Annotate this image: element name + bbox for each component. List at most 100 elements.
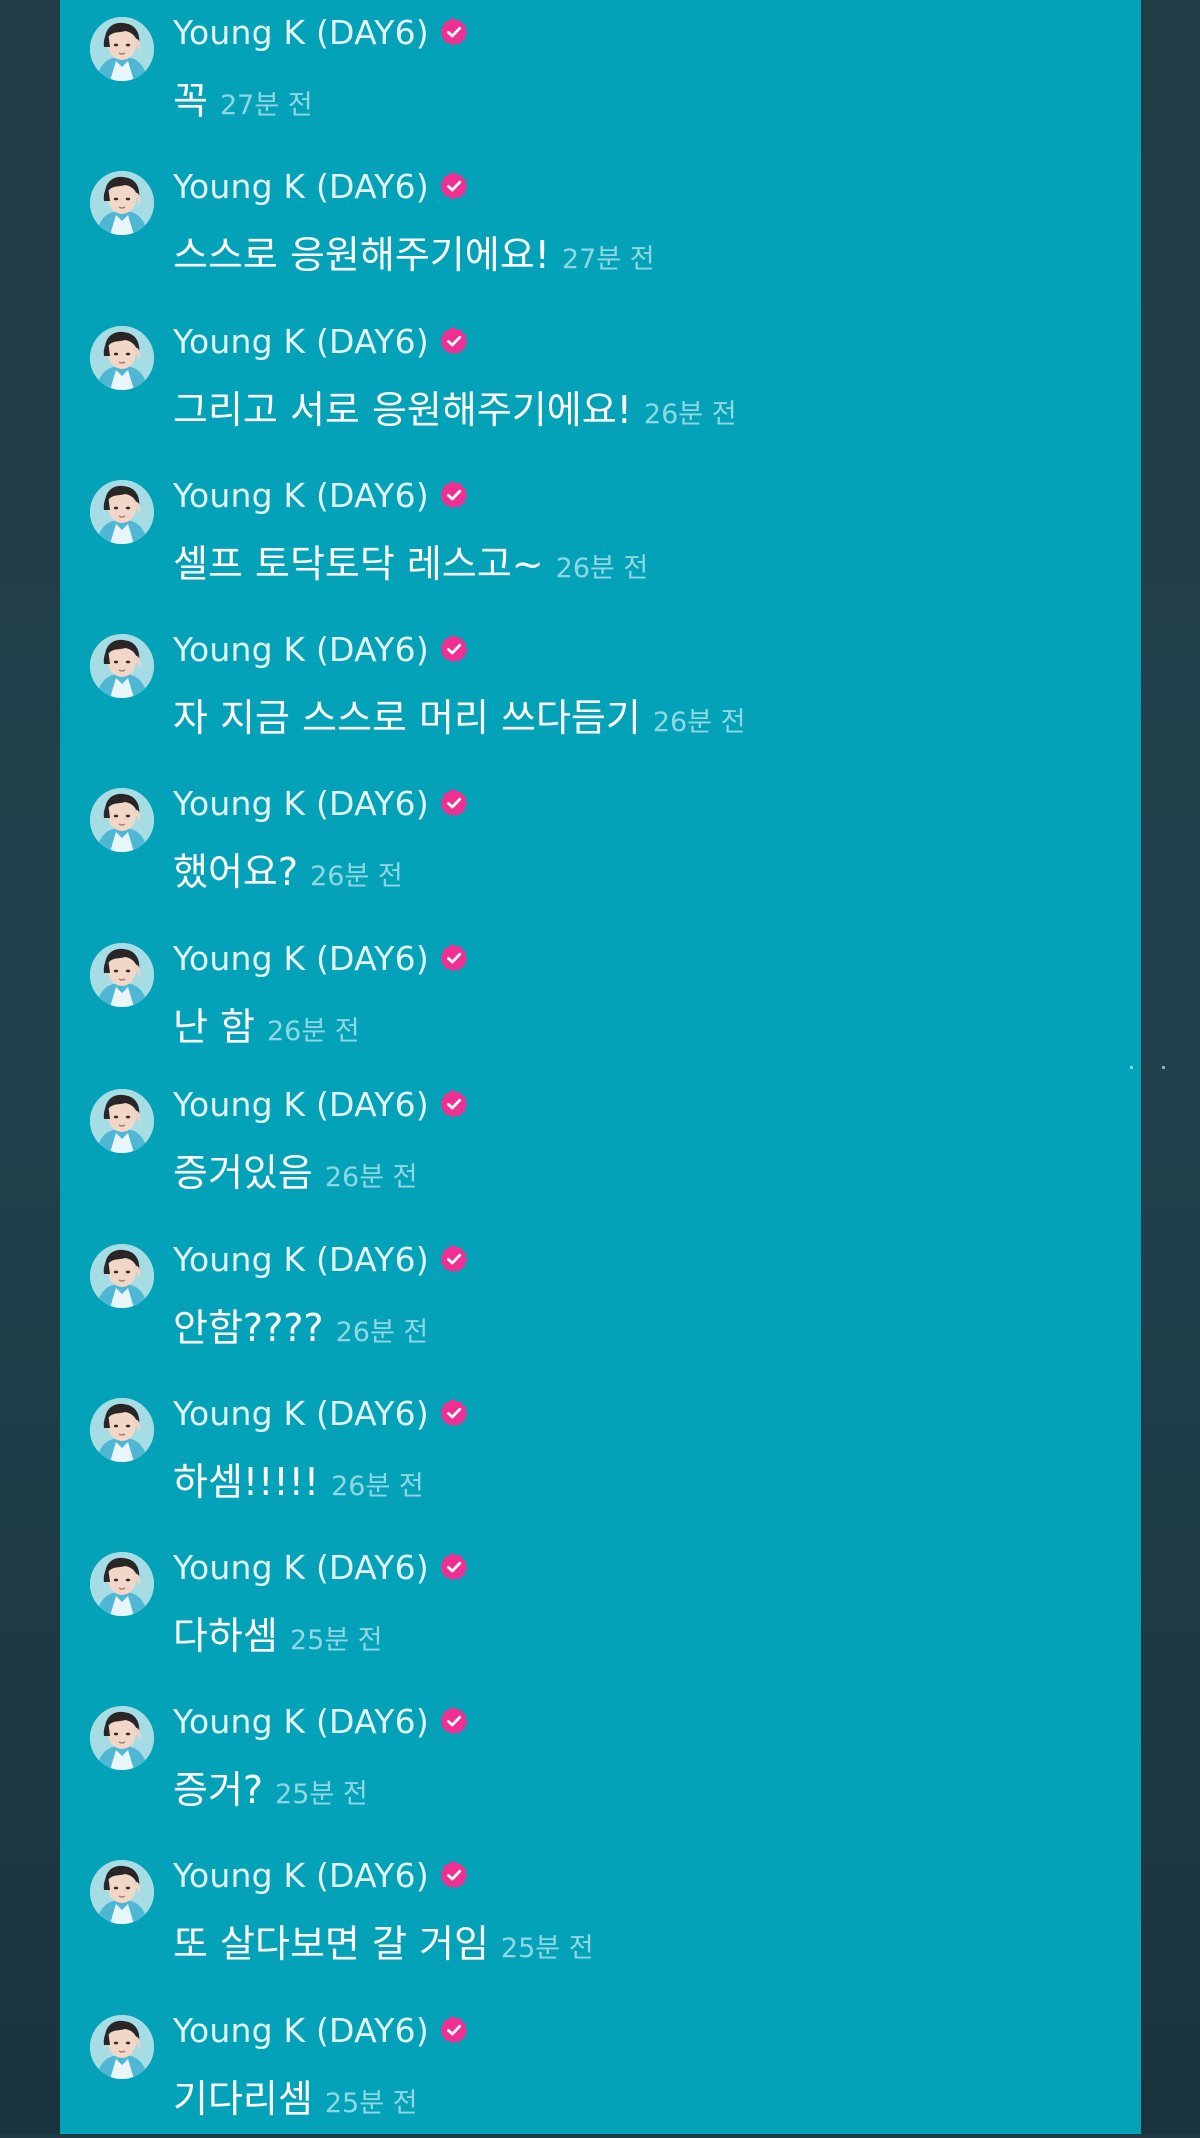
name-row: Young K (DAY6): [173, 319, 469, 363]
message-time: 26분 전: [324, 1162, 418, 1193]
verified-check-icon: [439, 1398, 469, 1428]
name-row: Young K (DAY6): [173, 1853, 469, 1897]
message-row: 기다리셈 25분 전: [173, 2068, 418, 2121]
message-text: 자 지금 스스로 머리 쓰다듬기: [173, 696, 641, 740]
verified-check-icon: [439, 1552, 469, 1582]
verified-check-icon: [439, 634, 469, 664]
chat-panel[interactable]: Young K (DAY6) 꼭 27분 전 Young K (DAY6) 스스…: [60, 0, 1165, 2134]
avatar[interactable]: [90, 1244, 154, 1308]
name-row: Young K (DAY6): [173, 473, 469, 517]
chat-message[interactable]: Young K (DAY6) 다하셈 25분 전: [60, 1535, 1141, 1675]
name-row: Young K (DAY6): [173, 1237, 469, 1281]
sender-name[interactable]: Young K (DAY6): [173, 1548, 429, 1587]
chat-message[interactable]: Young K (DAY6) 또 살다보면 갈 거임 25분 전: [60, 1843, 1141, 1983]
message-time: 25분 전: [275, 1779, 368, 1810]
message-time: 25분 전: [289, 1625, 383, 1656]
message-row: 증거있음 26분 전: [173, 1142, 418, 1195]
avatar[interactable]: [90, 17, 154, 81]
avatar[interactable]: [90, 1398, 154, 1462]
message-time: 26분 전: [267, 1016, 360, 1047]
background-left: [0, 0, 60, 2134]
chat-message[interactable]: Young K (DAY6) 셀프 토닥토닥 레스고~ 26분 전: [60, 463, 1141, 603]
verified-check-icon: [439, 1089, 469, 1119]
chat-message[interactable]: Young K (DAY6) 꼭 27분 전: [60, 0, 1141, 140]
message-text: 또 살다보면 갈 거임: [173, 1922, 489, 1966]
sender-name[interactable]: Young K (DAY6): [173, 1856, 429, 1895]
chat-message[interactable]: Young K (DAY6) 스스로 응원해주기에요! 27분 전: [60, 154, 1141, 294]
message-text: 했어요?: [173, 850, 299, 894]
avatar[interactable]: [90, 326, 154, 390]
sender-name[interactable]: Young K (DAY6): [173, 630, 429, 669]
verified-check-icon: [439, 2015, 469, 2045]
avatar[interactable]: [90, 171, 154, 235]
message-time: 26분 전: [555, 553, 649, 584]
name-row: Young K (DAY6): [173, 164, 469, 208]
message-row: 난 함 26분 전: [173, 996, 360, 1049]
message-text: 스스로 응원해주기에요!: [173, 233, 550, 277]
chat-message[interactable]: Young K (DAY6) 그리고 서로 응원해주기에요! 26분 전: [60, 309, 1141, 449]
sender-name[interactable]: Young K (DAY6): [173, 1702, 429, 1741]
avatar[interactable]: [90, 634, 154, 698]
verified-check-icon: [439, 171, 469, 201]
name-row: Young K (DAY6): [173, 627, 469, 671]
message-row: 증거? 25분 전: [173, 1759, 368, 1812]
avatar[interactable]: [90, 1552, 154, 1616]
sender-name[interactable]: Young K (DAY6): [173, 2011, 429, 2050]
avatar[interactable]: [90, 943, 154, 1007]
sender-name[interactable]: Young K (DAY6): [173, 167, 429, 206]
name-row: Young K (DAY6): [173, 781, 469, 825]
avatar[interactable]: [90, 788, 154, 852]
verified-check-icon: [439, 1706, 469, 1736]
message-row: 스스로 응원해주기에요! 27분 전: [173, 224, 655, 277]
chat-message[interactable]: Young K (DAY6) 난 함 26분 전: [60, 926, 1141, 1066]
chat-message[interactable]: Young K (DAY6) 자 지금 스스로 머리 쓰다듬기 26분 전: [60, 617, 1141, 757]
message-time: 27분 전: [219, 90, 313, 121]
sender-name[interactable]: Young K (DAY6): [173, 1394, 429, 1433]
avatar[interactable]: [90, 1860, 154, 1924]
verified-check-icon: [439, 1860, 469, 1890]
avatar[interactable]: [90, 1089, 154, 1153]
name-row: Young K (DAY6): [173, 2008, 469, 2052]
chat-message[interactable]: Young K (DAY6) 증거? 25분 전: [60, 1689, 1141, 1829]
sender-name[interactable]: Young K (DAY6): [173, 476, 429, 515]
sender-name[interactable]: Young K (DAY6): [173, 939, 429, 978]
screenshot-seam: [1130, 1066, 1170, 1070]
avatar[interactable]: [90, 480, 154, 544]
message-time: 27분 전: [561, 244, 655, 275]
message-time: 26분 전: [310, 861, 403, 892]
message-text: 기다리셈: [173, 2077, 313, 2121]
message-text: 증거?: [173, 1768, 264, 1812]
sender-name[interactable]: Young K (DAY6): [173, 1240, 429, 1279]
chat-message[interactable]: Young K (DAY6) 하셈!!!!! 26분 전: [60, 1381, 1141, 1521]
message-row: 그리고 서로 응원해주기에요! 26분 전: [173, 379, 737, 432]
message-time: 26분 전: [335, 1317, 429, 1348]
message-row: 자 지금 스스로 머리 쓰다듬기 26분 전: [173, 687, 746, 740]
message-row: 또 살다보면 갈 거임 25분 전: [173, 1913, 594, 1966]
name-row: Young K (DAY6): [173, 1699, 469, 1743]
verified-check-icon: [439, 1244, 469, 1274]
message-text: 증거있음: [173, 1151, 313, 1195]
name-row: Young K (DAY6): [173, 936, 469, 980]
avatar[interactable]: [90, 2015, 154, 2079]
sender-name[interactable]: Young K (DAY6): [173, 1085, 429, 1124]
chat-message[interactable]: Young K (DAY6) 기다리셈 25분 전: [60, 1998, 1141, 2138]
message-time: 26분 전: [652, 707, 746, 738]
message-text: 그리고 서로 응원해주기에요!: [173, 388, 632, 432]
sender-name[interactable]: Young K (DAY6): [173, 13, 429, 52]
message-row: 다하셈 25분 전: [173, 1605, 383, 1658]
message-time: 26분 전: [331, 1471, 424, 1502]
sender-name[interactable]: Young K (DAY6): [173, 784, 429, 823]
avatar[interactable]: [90, 1706, 154, 1770]
verified-check-icon: [439, 480, 469, 510]
verified-check-icon: [439, 788, 469, 818]
chat-message[interactable]: Young K (DAY6) 증거있음 26분 전: [60, 1072, 1141, 1212]
chat-message[interactable]: Young K (DAY6) 안함???? 26분 전: [60, 1227, 1141, 1367]
chat-message[interactable]: Young K (DAY6) 했어요? 26분 전: [60, 771, 1141, 911]
message-text: 하셈!!!!!: [173, 1460, 320, 1504]
verified-check-icon: [439, 326, 469, 356]
message-time: 25분 전: [324, 2088, 418, 2119]
message-row: 안함???? 26분 전: [173, 1297, 429, 1350]
verified-check-icon: [439, 943, 469, 973]
message-row: 하셈!!!!! 26분 전: [173, 1451, 424, 1504]
sender-name[interactable]: Young K (DAY6): [173, 322, 429, 361]
